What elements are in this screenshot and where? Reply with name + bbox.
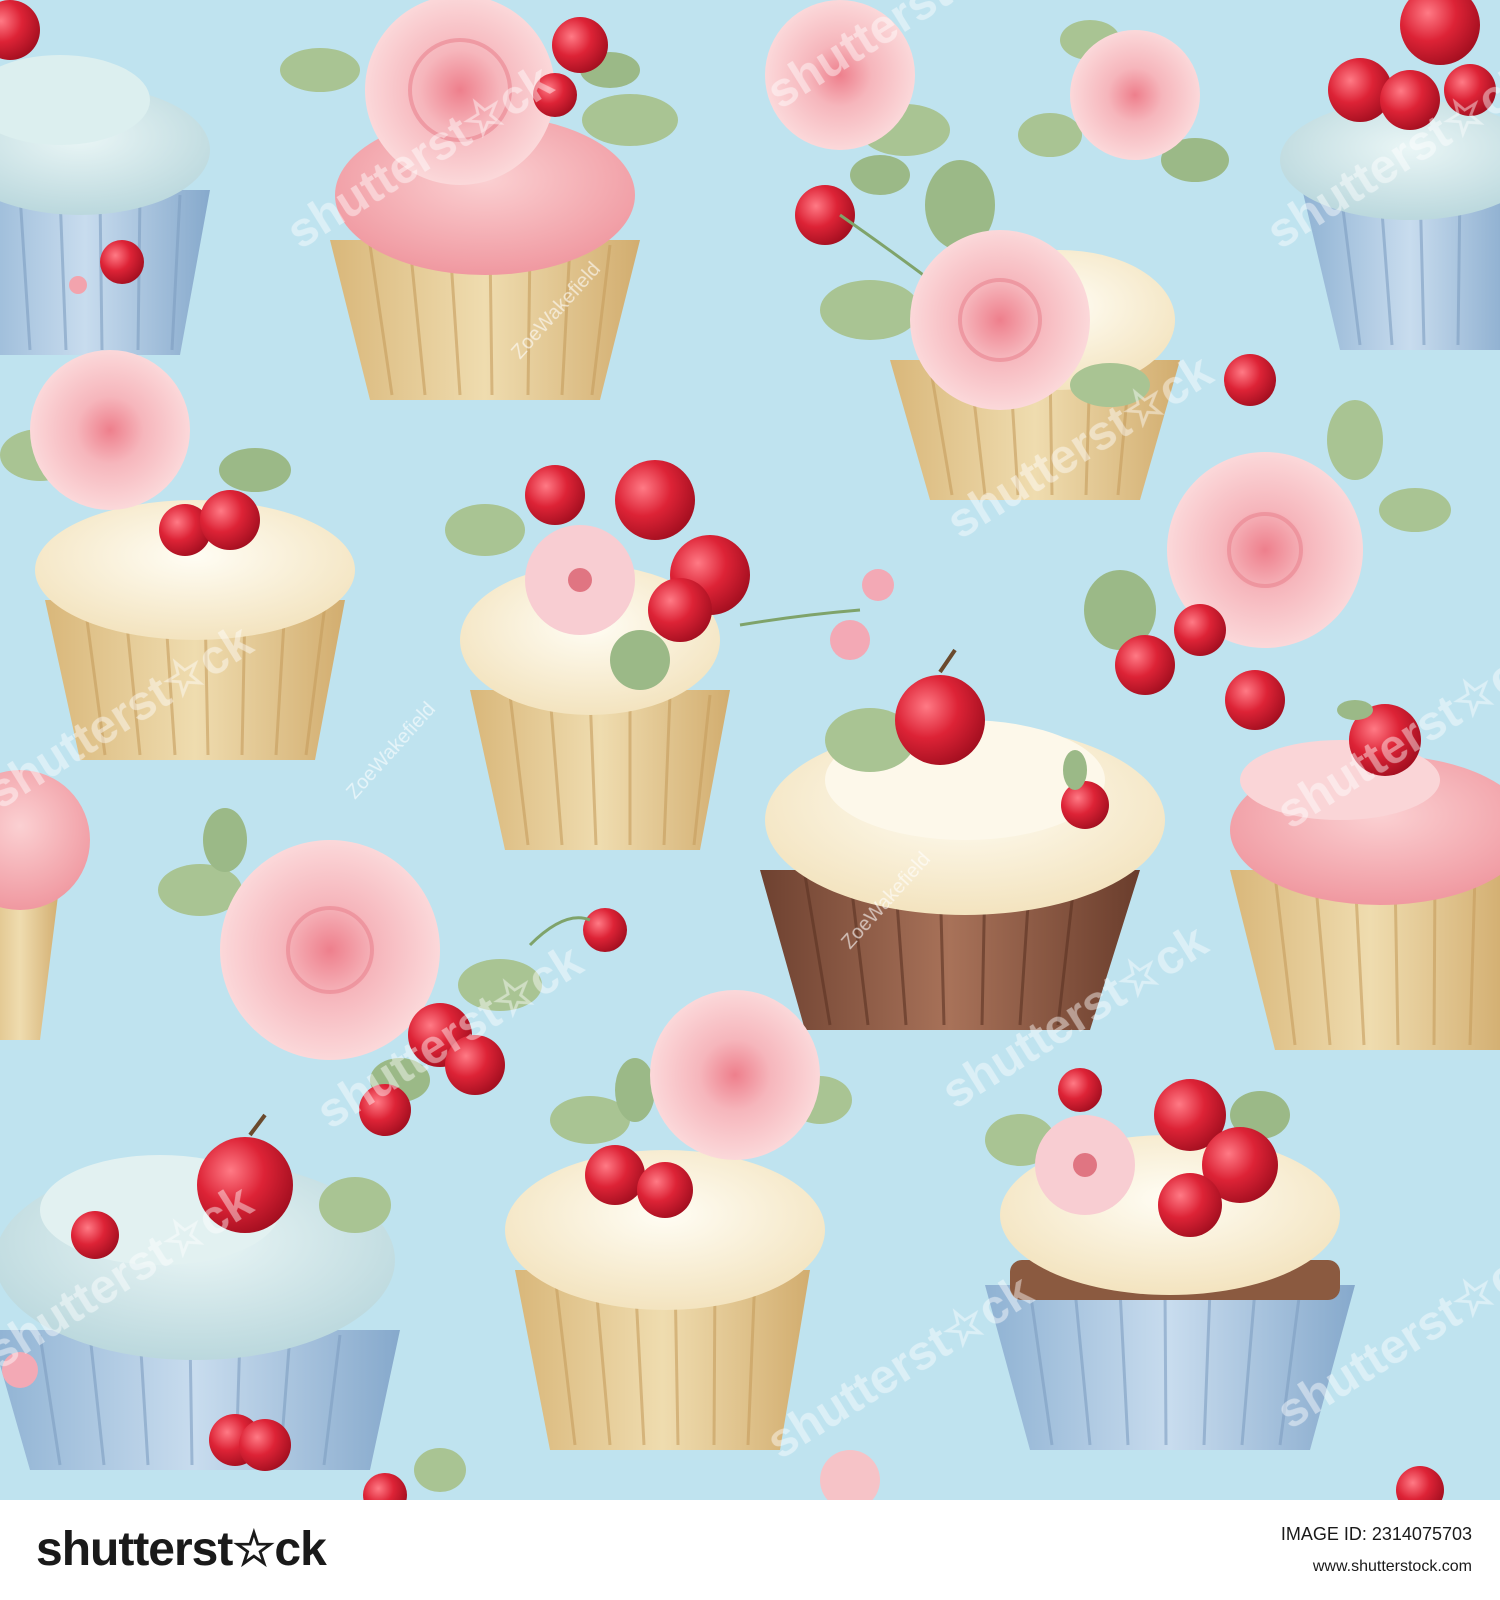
image-id-label: IMAGE ID: 2314075703 bbox=[1280, 1524, 1472, 1544]
cupcake-pattern-illustration: shutterst☆ck shutterst☆ck shutterst☆ck s… bbox=[0, 0, 1500, 1500]
stock-footer-bar: shutterst☆ck IMAGE ID: 2314075703 www.sh… bbox=[0, 1500, 1500, 1600]
brand-logo: shutterst☆ck bbox=[36, 1523, 327, 1576]
site-url: www.shutterstock.com bbox=[1312, 1558, 1472, 1575]
